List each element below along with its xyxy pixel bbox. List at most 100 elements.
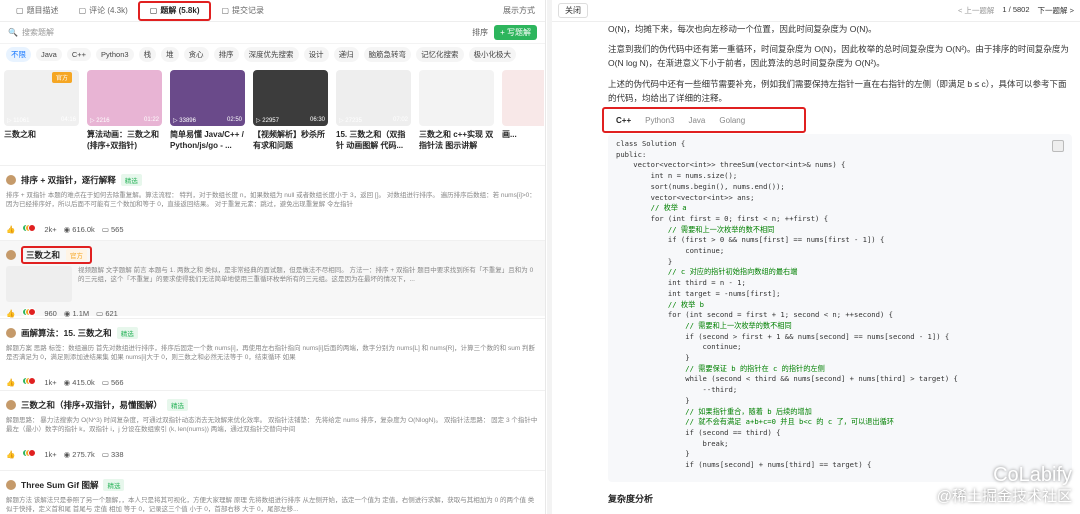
tag-chip[interactable]: 排序: [213, 46, 239, 62]
code-line: // 枚举 a: [616, 203, 687, 213]
code-line: // 需要和上一次枚举的数不相同: [616, 224, 775, 234]
paragraph-3: 上述的伪代码中还有一些细节需要补充，例如我们需要保持左指针一直在右指针的左侧（即…: [608, 79, 1067, 103]
language-tabs: C++ Python3 Java Golang: [602, 107, 806, 133]
featured-badge: 精选: [103, 479, 125, 491]
video-thumbnail: ▷ 27235 07:02: [336, 70, 411, 126]
code-line: sort(nums.begin(), nums.end());: [616, 181, 785, 191]
code-line: if (second > first + 1 && nums[second] =…: [616, 331, 950, 341]
like-icon[interactable]: 👍: [6, 378, 15, 387]
code-line: public:: [616, 149, 647, 159]
solution-post[interactable]: Three Sum Gif 图解 精选解题方法 该解法只是参照了另一个题解，，本人…: [0, 470, 545, 514]
official-badge: 官方: [66, 249, 88, 261]
video-thumbnail: 官方 ▷ 11061 04:16: [4, 70, 79, 126]
view-count: ▷ 11061: [7, 118, 30, 124]
like-icon[interactable]: 👍: [6, 225, 15, 234]
video-card[interactable]: ▷ 27235 07:02 15. 三数之和（双指针 动画图解 代码...: [336, 70, 411, 162]
tab-1[interactable]: ▢ 评论 (4.3k): [69, 2, 138, 20]
tab-3[interactable]: ▢ 提交记录: [211, 2, 274, 20]
video-card[interactable]: 三数之和 c++实现 双指针法 图示讲解: [419, 70, 494, 162]
tab-label: 题目描述: [26, 6, 59, 15]
tab-0[interactable]: ▢ 题目描述: [6, 2, 69, 20]
avatar: [6, 328, 16, 338]
like-icon[interactable]: 👍: [6, 309, 15, 318]
reaction-icon: [28, 377, 37, 385]
tab-2[interactable]: ▢ 题解 (5.8k): [137, 0, 212, 21]
tag-chip[interactable]: 深度优先搜索: [243, 46, 299, 62]
official-badge: 官方: [52, 72, 73, 83]
code-line: }: [616, 395, 690, 405]
highlighted-title: 三数之和 官方: [21, 246, 93, 264]
tag-chip[interactable]: 不限: [6, 46, 31, 62]
featured-badge: 精选: [116, 327, 138, 339]
tag-chip[interactable]: 极小化极大: [468, 46, 517, 62]
post-excerpt: 解题方法 该解法只是参照了另一个题解，，本人只是将其可视化，方便大家理解 原理 …: [6, 497, 535, 513]
lang-tab[interactable]: Python3: [645, 116, 674, 125]
post-stats: 👍 2k+ ◉ 616.0k ▭ 565: [6, 222, 540, 236]
view-count: ◉ 1.1M: [63, 308, 90, 318]
tag-chip[interactable]: Python3: [96, 47, 134, 61]
code-line: vector<vector<int>> threeSum(vector<int>…: [616, 160, 846, 170]
video-title: 三数之和 c++实现 双指针法 图示讲解: [419, 130, 494, 150]
code-line: for (int second = first + 1; second < n;…: [616, 310, 893, 320]
write-solution-button[interactable]: + 写题解: [494, 25, 537, 40]
post-title: 画解算法：15. 三数之和: [21, 328, 112, 338]
code-line: // c 对应的指针初始指向数组的最右端: [616, 267, 798, 277]
video-card[interactable]: 官方 ▷ 11061 04:16 三数之和: [4, 70, 79, 162]
close-button[interactable]: 关闭: [558, 3, 588, 18]
tag-chip[interactable]: 设计: [303, 46, 329, 62]
tag-chip[interactable]: 栈: [138, 46, 157, 62]
post-title: Three Sum Gif 图解: [21, 480, 99, 490]
reaction-icon: [28, 224, 37, 232]
code-line: // 如果指针重合，随着 b 后续的增加: [616, 406, 812, 416]
video-meta: ▷ 2216 01:22: [90, 117, 159, 124]
like-icon[interactable]: 👍: [6, 450, 15, 459]
solution-post[interactable]: 三数之和（排序+双指针，易懂图解） 精选 解题思路： 暴力法搜索为 O(N^3) 时…: [0, 390, 545, 468]
reactions: [22, 449, 37, 459]
lang-tab[interactable]: C++: [616, 116, 631, 125]
code-line: vector<vector<int>> ans;: [616, 192, 755, 202]
tag-chip[interactable]: C++: [66, 47, 92, 61]
tab-label: 题解 (5.8k): [160, 6, 200, 15]
tag-chip[interactable]: 脑筋急转弯: [363, 46, 412, 62]
video-title: 算法动画：三数之和 (排序+双指针): [87, 130, 159, 150]
video-card[interactable]: ▷ 22957 06:30 【视频解析】秒杀所有求和问题: [253, 70, 328, 162]
solution-post[interactable]: 画解算法：15. 三数之和 精选 解题方案 思路 标签：数组遍历 首先对数组进行排序…: [0, 318, 545, 388]
video-meta: ▷ 33896 02:50: [173, 117, 242, 124]
video-card[interactable]: 画...: [502, 70, 544, 162]
search-icon: 🔍: [8, 28, 18, 37]
tab-icon: ▢: [221, 6, 230, 15]
solution-post[interactable]: 三数之和 官方 视频题解 文字题解 前言 本题与 1. 两数之和 类似，是非常经典的…: [0, 240, 545, 318]
video-card[interactable]: ▷ 2216 01:22 算法动画：三数之和 (排序+双指针): [87, 70, 162, 162]
left-tabs: ▢ 题目描述 ▢ 评论 (4.3k) ▢ 题解 (5.8k) ▢ 提交记录 展示方式: [0, 0, 545, 22]
lang-tab[interactable]: Golang: [719, 116, 745, 125]
code-line: continue;: [616, 342, 742, 352]
tag-chip[interactable]: 递归: [333, 46, 359, 62]
video-card[interactable]: ▷ 33896 02:50 简单易懂 Java/C++ / Python/js/go…: [170, 70, 245, 162]
video-meta: ▷ 11061 04:16: [7, 117, 76, 124]
solution-post[interactable]: 排序 + 双指针，逐行解释 精选 排序 + 双指针 本题的难点在于如何去除重复解。算…: [0, 165, 545, 237]
tag-chip[interactable]: 堆: [161, 46, 179, 62]
post-excerpt: 排序 + 双指针 本题的难点在于如何去除重复解。算法流程： 特判，对于数组长度 …: [6, 192, 536, 208]
sort-button[interactable]: 排序: [472, 27, 488, 38]
tab-icon: ▢: [16, 6, 24, 15]
search-row: 🔍 搜索题解 排序 + 写题解: [0, 22, 545, 44]
reactions: [22, 377, 37, 387]
tab-icon: ▢: [78, 6, 87, 15]
reactions: [22, 308, 37, 318]
like-count: 960: [44, 308, 57, 318]
code-line: int n = nums.size();: [616, 171, 738, 181]
next-solution-link[interactable]: 下一题解 >: [1038, 5, 1074, 16]
layout-button[interactable]: 展示方式: [493, 2, 545, 20]
search-input[interactable]: 🔍 搜索题解: [8, 27, 466, 38]
copy-icon[interactable]: [1052, 140, 1064, 152]
video-title: 15. 三数之和（双指针 动画图解 代码...: [336, 130, 406, 150]
code-line: // 需要保证 b 的指针在 c 的指针的左侧: [616, 363, 825, 373]
tag-chip[interactable]: 记忆化搜索: [416, 46, 464, 62]
prev-solution-link[interactable]: < 上一题解: [958, 5, 994, 16]
lang-tab[interactable]: Java: [688, 116, 705, 125]
code-line: int third = n - 1;: [616, 278, 746, 288]
watermark: CoLabify @稀土掘金技术社区: [936, 464, 1072, 505]
tag-chip[interactable]: Java: [36, 47, 62, 61]
detail-toolbar: 关闭 < 上一题解 1 / 5802 下一题解 >: [552, 0, 1080, 22]
tag-chip[interactable]: 贪心: [183, 46, 209, 62]
